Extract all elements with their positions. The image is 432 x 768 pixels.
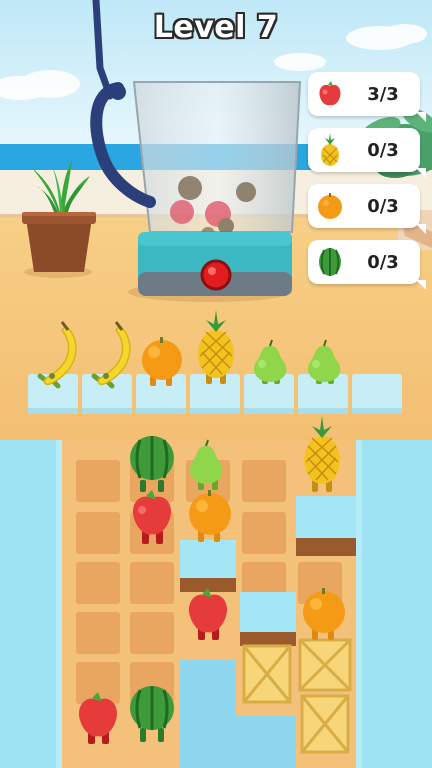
goal-watermelon: 0/3 bbox=[308, 240, 420, 284]
left-wall bbox=[0, 440, 62, 768]
goal-pineapple-count: 0/3 bbox=[367, 139, 399, 161]
block bbox=[240, 592, 296, 646]
goal-apple: 3/3 bbox=[308, 72, 420, 116]
level-title: Level 7 bbox=[153, 10, 279, 45]
goal-orange: 0/3 bbox=[308, 184, 420, 228]
blender-button[interactable] bbox=[200, 259, 232, 291]
goal-pineapple: 0/3 bbox=[308, 128, 420, 172]
block bbox=[296, 496, 356, 556]
apple-icon bbox=[308, 72, 352, 116]
goal-apple-count: 3/3 bbox=[367, 83, 399, 105]
pineapple-icon bbox=[308, 128, 352, 172]
slot-row bbox=[28, 374, 402, 414]
crate bbox=[298, 638, 352, 692]
goal-panel: 3/3 0/3 0/3 0/3 bbox=[308, 72, 422, 296]
crate bbox=[242, 644, 292, 704]
crate bbox=[300, 694, 350, 754]
goal-orange-count: 0/3 bbox=[367, 195, 399, 217]
goal-watermelon-count: 0/3 bbox=[367, 251, 399, 273]
block bbox=[180, 540, 236, 592]
orange-icon bbox=[308, 184, 352, 228]
right-wall bbox=[356, 440, 432, 768]
watermelon-icon bbox=[308, 240, 352, 284]
